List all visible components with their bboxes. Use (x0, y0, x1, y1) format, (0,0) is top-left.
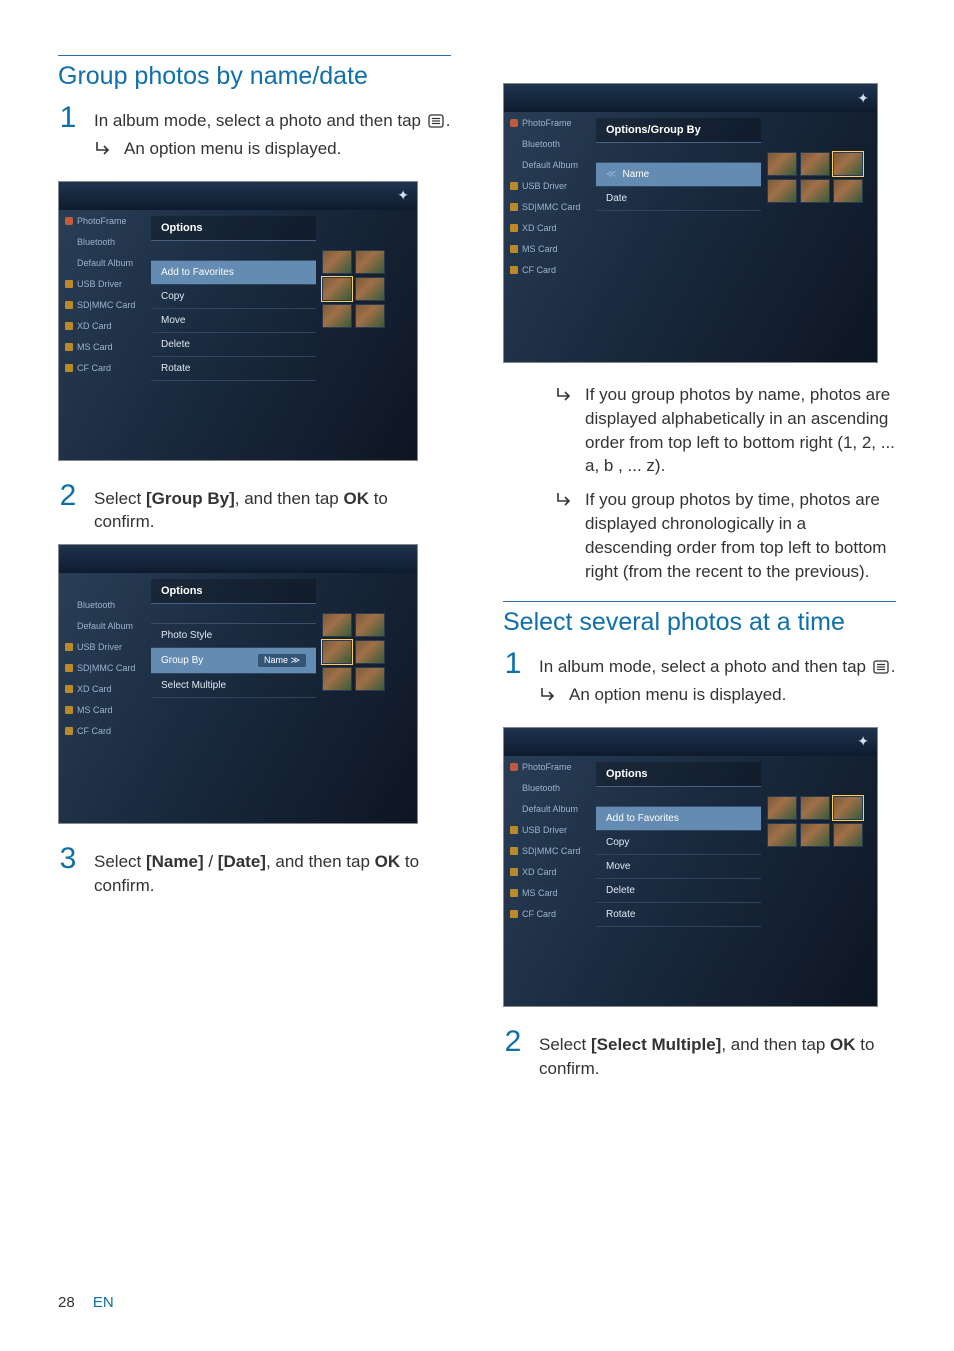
step-2-text: Select [Group By], and then tap OK to co… (94, 481, 451, 535)
screenshot-thumbs (316, 210, 417, 460)
screenshot-sidebar: Bluetooth Default Album USB Driver SD|MM… (59, 573, 151, 823)
screenshot-thumbs (316, 573, 417, 823)
screenshot-thumbs (761, 756, 877, 1006)
screenshot-menu: Options/Group By ≪ Name Date (596, 112, 761, 362)
step-3: 3 Select [Name] / [Date], and then tap O… (58, 844, 451, 898)
step-1-text: In album mode, select a photo and then t… (94, 109, 451, 133)
section-heading-group: Group photos by name/date (58, 62, 451, 91)
menu-icon (428, 114, 444, 128)
result-arrow-icon (94, 140, 114, 158)
step-1: 1 In album mode, select a photo and then… (58, 103, 451, 171)
screenshot-menu: Options Photo Style Group By Name ≫ Sele… (151, 573, 316, 823)
step-1-result: An option menu is displayed. (94, 137, 451, 161)
screenshot-options-2: Bluetooth Default Album USB Driver SD|MM… (58, 544, 418, 824)
screenshot-sidebar: PhotoFrame Bluetooth Default Album USB D… (59, 210, 151, 460)
step-3-text: Select [Name] / [Date], and then tap OK … (94, 844, 451, 898)
step-number: 1 (58, 103, 78, 133)
select-step-1-result: An option menu is displayed. (539, 683, 896, 707)
screenshot-menu: Options Add to Favorites Copy Move Delet… (151, 210, 316, 460)
screenshot-groupby: ✦ PhotoFrame Bluetooth Default Album USB… (503, 83, 878, 363)
left-column: Group photos by name/date 1 In album mod… (58, 55, 451, 1087)
screenshot-menu: Options Add to Favorites Copy Move Delet… (596, 756, 761, 1006)
screenshot-options-1: ✦ PhotoFrame Bluetooth Default Album USB… (58, 181, 418, 461)
page-language: EN (93, 1294, 114, 1311)
step-number: 3 (58, 844, 78, 874)
section-divider (58, 55, 451, 56)
section-divider (503, 601, 896, 602)
page-number: 28 (58, 1294, 75, 1311)
select-step-1: 1 In album mode, select a photo and then… (503, 649, 896, 717)
section-heading-select: Select several photos at a time (503, 608, 896, 637)
screenshot-options-3: ✦ PhotoFrame Bluetooth Default Album USB… (503, 727, 878, 1007)
step-number: 1 (503, 649, 523, 679)
result-group-time: If you group photos by time, photos are … (555, 488, 896, 583)
select-step-2-text: Select [Select Multiple], and then tap O… (539, 1027, 896, 1081)
result-arrow-icon (555, 491, 575, 509)
menu-icon (873, 660, 889, 674)
result-arrow-icon (539, 686, 559, 704)
screenshot-thumbs (761, 112, 877, 362)
bluetooth-icon: ✦ (857, 733, 869, 750)
screenshot-sidebar: PhotoFrame Bluetooth Default Album USB D… (504, 756, 596, 1006)
screenshot-sidebar: PhotoFrame Bluetooth Default Album USB D… (504, 112, 596, 362)
bluetooth-icon: ✦ (857, 90, 869, 107)
page-footer: 28 EN (58, 1294, 114, 1311)
result-group-name: If you group photos by name, photos are … (555, 383, 896, 478)
select-step-2: 2 Select [Select Multiple], and then tap… (503, 1027, 896, 1081)
manual-page: Group photos by name/date 1 In album mod… (0, 0, 954, 1351)
result-arrow-icon (555, 386, 575, 404)
bluetooth-icon: ✦ (397, 187, 409, 204)
step-number: 2 (58, 481, 78, 511)
select-step-1-text: In album mode, select a photo and then t… (539, 655, 896, 679)
step-2: 2 Select [Group By], and then tap OK to … (58, 481, 451, 535)
right-column: ✦ PhotoFrame Bluetooth Default Album USB… (503, 55, 896, 1087)
step-number: 2 (503, 1027, 523, 1057)
